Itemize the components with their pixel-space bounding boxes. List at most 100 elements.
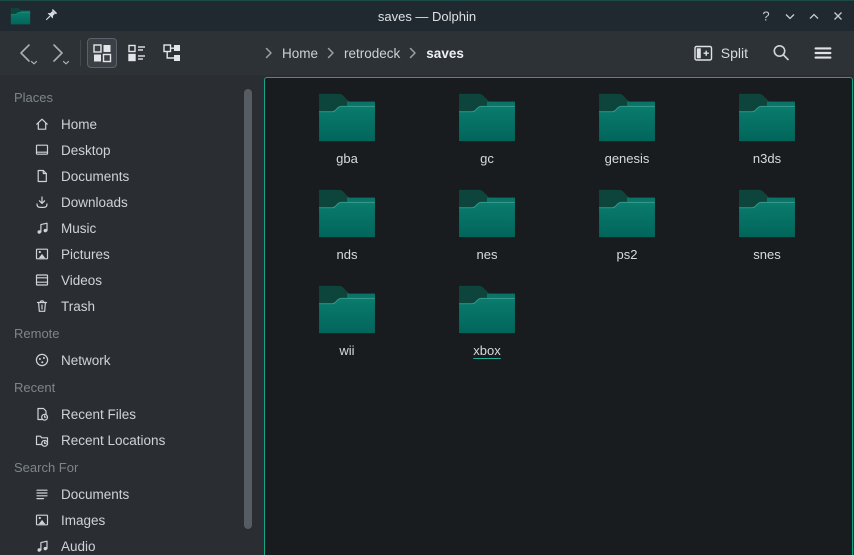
recent-folder-icon (34, 432, 50, 448)
folder-label: ps2 (617, 247, 638, 262)
pin-icon (42, 8, 59, 25)
breadcrumb-separator-icon (327, 47, 335, 59)
chevron-up-icon (806, 8, 822, 24)
folder-item-gc[interactable]: gc (417, 87, 557, 183)
details-view-button[interactable] (157, 38, 187, 68)
image-icon (34, 512, 50, 528)
split-button[interactable]: Split (688, 41, 754, 66)
folder-grid: gba gc genesis n3ds (277, 87, 837, 375)
icons-view-button[interactable] (87, 38, 117, 68)
folder-item-genesis[interactable]: genesis (557, 87, 697, 183)
breadcrumb-item[interactable]: saves (426, 46, 464, 61)
view-mode-buttons (87, 38, 192, 68)
sidebar-item-recent-files[interactable]: Recent Files (0, 401, 264, 427)
folder-icon (317, 91, 377, 143)
sidebar-item-music[interactable]: Music (0, 215, 264, 241)
back-button[interactable] (12, 38, 42, 68)
sidebar-item-network[interactable]: Network (0, 347, 264, 373)
sidebar-item-label: Music (61, 221, 96, 236)
sidebar-item-label: Pictures (61, 247, 110, 262)
toolbar: Home retrodeck saves Split (0, 31, 854, 75)
sidebar-item-home[interactable]: Home (0, 111, 264, 137)
hamburger-menu-button[interactable] (808, 38, 838, 68)
help-button[interactable]: ? (758, 8, 774, 24)
sidebar-item-trash[interactable]: Trash (0, 293, 264, 319)
sidebar-item-desktop[interactable]: Desktop (0, 137, 264, 163)
breadcrumb-separator-icon (409, 47, 417, 59)
window-controls: ? (758, 8, 854, 24)
sidebar-item-label: Network (61, 353, 111, 368)
sidebar-item-label: Recent Files (61, 407, 136, 422)
folder-item-n3ds[interactable]: n3ds (697, 87, 837, 183)
sidebar-item-label: Videos (61, 273, 102, 288)
view-details-icon (162, 43, 182, 63)
recent-file-icon (34, 406, 50, 422)
network-icon (34, 352, 50, 368)
hamburger-menu-icon (812, 42, 834, 64)
search-button[interactable] (766, 38, 796, 68)
folder-item-gba[interactable]: gba (277, 87, 417, 183)
split-button-label: Split (721, 45, 748, 61)
desktop-icon (34, 142, 50, 158)
sidebar-item-label: Images (61, 513, 105, 528)
folder-icon (737, 187, 797, 239)
folder-item-snes[interactable]: snes (697, 183, 837, 279)
toolbar-separator (80, 40, 81, 66)
trash-icon (34, 298, 50, 314)
sidebar-item-documents[interactable]: Documents (0, 481, 264, 507)
window-title: saves — Dolphin (0, 9, 854, 24)
folder-view[interactable]: gba gc genesis n3ds (264, 77, 853, 555)
sidebar-section-header: Recent (0, 373, 264, 401)
folder-item-nes[interactable]: nes (417, 183, 557, 279)
home-icon (34, 116, 50, 132)
view-compact-icon (127, 43, 147, 63)
compact-view-button[interactable] (122, 38, 152, 68)
folder-icon (457, 91, 517, 143)
sidebar-item-images[interactable]: Images (0, 507, 264, 533)
chevron-down-icon (782, 8, 798, 24)
folder-icon (597, 91, 657, 143)
folder-item-nds[interactable]: nds (277, 183, 417, 279)
titlebar: saves — Dolphin ? (0, 1, 854, 31)
folder-item-ps2[interactable]: ps2 (557, 183, 697, 279)
close-button[interactable] (830, 8, 846, 24)
breadcrumb: Home retrodeck saves (265, 46, 464, 61)
sidebar-item-recent-locations[interactable]: Recent Locations (0, 427, 264, 453)
folder-label: genesis (605, 151, 650, 166)
folder-item-wii[interactable]: wii (277, 279, 417, 375)
sidebar-item-label: Home (61, 117, 97, 132)
sidebar-scrollbar[interactable] (244, 89, 252, 529)
maximize-button[interactable] (806, 8, 822, 24)
document-icon (34, 168, 50, 184)
sidebar-section-header: Remote (0, 319, 264, 347)
folder-icon (317, 283, 377, 335)
sidebar-item-label: Desktop (61, 143, 111, 158)
sidebar-item-label: Recent Locations (61, 433, 165, 448)
close-icon (830, 8, 846, 24)
video-icon (34, 272, 50, 288)
minimize-button[interactable] (782, 8, 798, 24)
breadcrumb-item[interactable]: retrodeck (344, 46, 400, 61)
folder-label: n3ds (753, 151, 781, 166)
sidebar-item-pictures[interactable]: Pictures (0, 241, 264, 267)
forward-button[interactable] (42, 38, 72, 68)
folder-icon (457, 187, 517, 239)
view-icons-icon (92, 43, 112, 63)
sidebar-item-audio[interactable]: Audio (0, 533, 264, 555)
folder-label: snes (753, 247, 780, 262)
sidebar-item-videos[interactable]: Videos (0, 267, 264, 293)
sidebar-item-label: Documents (61, 487, 129, 502)
sidebar-item-label: Trash (61, 299, 95, 314)
text-lines-icon (34, 486, 50, 502)
folder-icon (597, 187, 657, 239)
breadcrumb-item[interactable]: Home (282, 46, 318, 61)
toolbar-right: Split (688, 38, 842, 68)
folder-icon (737, 91, 797, 143)
sidebar-item-label: Documents (61, 169, 129, 184)
sidebar-item-documents[interactable]: Documents (0, 163, 264, 189)
folder-label: nes (477, 247, 498, 262)
sidebar-item-downloads[interactable]: Downloads (0, 189, 264, 215)
folder-icon (457, 283, 517, 335)
folder-item-xbox[interactable]: xbox (417, 279, 557, 375)
svg-text:?: ? (762, 9, 769, 24)
